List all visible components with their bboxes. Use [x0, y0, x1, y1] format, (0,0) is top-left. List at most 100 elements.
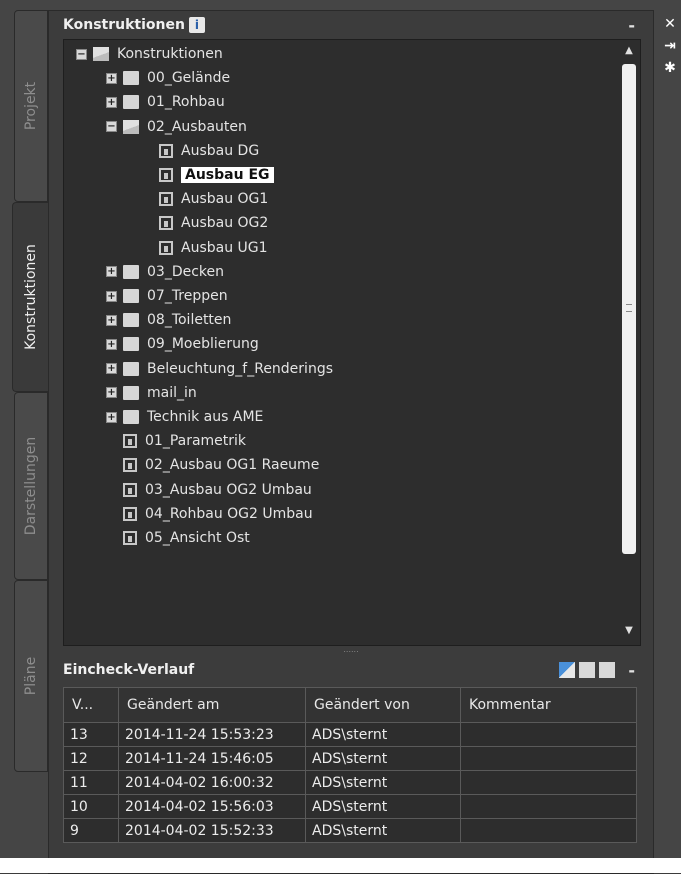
col-changed-at[interactable]: Geändert am — [118, 687, 306, 723]
tree-item[interactable]: 01_Parametrik — [106, 429, 246, 453]
folder-icon — [123, 95, 139, 110]
expand-icon[interactable]: + — [106, 96, 117, 108]
scroll-down-icon[interactable]: ▼ — [620, 622, 638, 640]
tree-item[interactable]: +00_Gelände — [106, 66, 230, 90]
tab-projekt[interactable]: Projekt — [14, 10, 48, 202]
tree-item[interactable]: + Beleuchtung_f_Renderings — [106, 357, 333, 381]
drawing-file-icon — [159, 168, 173, 182]
history-cell-by: ADS\sternt — [305, 770, 461, 795]
col-changed-by[interactable]: Geändert von — [305, 687, 461, 723]
history-header: Eincheck-Verlauf - — [63, 656, 639, 684]
close-icon[interactable]: ✕ — [660, 14, 680, 34]
tree-item[interactable]: +09_Moeblierung — [106, 332, 259, 356]
tree-item[interactable]: + Technik aus AME — [106, 405, 263, 429]
tree-item[interactable]: − 02_Ausbauten — [106, 115, 247, 139]
history-cell-comment — [460, 794, 637, 819]
tree-item-label: Ausbau OG1 — [181, 191, 269, 208]
detail-view-icon[interactable] — [599, 662, 615, 678]
history-row[interactable]: 13 2014-11-24 15:53:23 ADS\sternt — [63, 722, 637, 747]
tree-item[interactable]: 02_Ausbau OG1 Raeume — [106, 453, 319, 477]
tree-scrollbar[interactable]: ▲ ▼ — [620, 42, 638, 642]
properties-icon[interactable]: ✱ — [660, 58, 680, 78]
list-view-icon[interactable] — [579, 662, 595, 678]
folder-icon — [123, 361, 139, 376]
tree-item[interactable]: Ausbau OG1 — [142, 187, 268, 211]
tree-item-label: Ausbau UG1 — [181, 239, 268, 256]
history-cell-date: 2014-04-02 15:52:33 — [118, 818, 306, 843]
col-comment[interactable]: Kommentar — [460, 687, 637, 723]
tree-item[interactable]: +07_Treppen — [106, 284, 228, 308]
tree-item[interactable]: +08_Toiletten — [106, 308, 231, 332]
tree-item-label: 07_Treppen — [147, 288, 228, 304]
tree-item[interactable]: 05_Ansicht Ost — [106, 526, 250, 550]
tree-item-label: 00_Gelände — [147, 70, 231, 87]
folder-open-icon — [123, 119, 139, 134]
side-tab-bar: Projekt Konstruktionen Darstellungen Plä… — [10, 10, 49, 772]
expand-icon[interactable]: + — [106, 266, 117, 278]
drawing-file-icon — [123, 434, 137, 449]
compare-icon[interactable] — [559, 662, 575, 678]
tree-item[interactable]: − Konstruktionen — [76, 42, 223, 66]
collapse-icon[interactable]: − — [106, 121, 117, 133]
tab-darstellungen-label: Darstellungen — [23, 436, 40, 536]
tree-item[interactable]: +03_Decken — [106, 260, 224, 284]
history-row[interactable]: 9 2014-04-02 15:52:33 ADS\sternt — [63, 818, 637, 843]
expand-icon[interactable]: + — [106, 72, 117, 84]
collapse-icon[interactable]: − — [76, 48, 87, 60]
drawing-file-icon — [123, 482, 137, 497]
history-cell-date: 2014-11-24 15:46:05 — [118, 746, 306, 771]
scroll-thumb[interactable] — [622, 64, 636, 554]
tree-item[interactable]: +01_Rohbau — [106, 90, 225, 114]
tree-item-label: 04_Rohbau OG2 Umbau — [145, 505, 313, 522]
history-cell-date: 2014-04-02 16:00:32 — [118, 770, 306, 795]
auto-hide-icon[interactable]: ⇥ — [660, 36, 680, 56]
tree-item[interactable]: Ausbau OG2 — [142, 211, 268, 235]
expand-icon[interactable]: + — [106, 387, 117, 399]
history-row[interactable]: 10 2014-04-02 15:56:03 ADS\sternt — [63, 794, 637, 819]
tree-item[interactable]: Ausbau UG1 — [142, 236, 268, 260]
collapse-constructions-button[interactable]: - — [628, 16, 635, 35]
history-table: V... Geändert am Geändert von Kommentar … — [63, 687, 637, 843]
expand-icon[interactable]: + — [106, 290, 117, 302]
col-version[interactable]: V... — [63, 687, 119, 723]
collapse-history-button[interactable]: - — [628, 661, 635, 680]
history-cell-by: ADS\sternt — [305, 722, 461, 747]
history-cell-v: 12 — [63, 746, 119, 771]
history-cell-comment — [460, 722, 637, 747]
tab-plaene[interactable]: Pläne — [14, 580, 48, 772]
tree-item[interactable]: + mail_in — [106, 381, 197, 405]
tree-item-label: Ausbau DG — [181, 142, 260, 159]
tab-konstruktionen-label: Konstruktionen — [23, 244, 39, 350]
tab-konstruktionen[interactable]: Konstruktionen — [12, 202, 49, 392]
tab-plaene-label: Pläne — [23, 656, 39, 696]
tree-item[interactable]: Ausbau DG — [142, 139, 259, 163]
history-cell-comment — [460, 770, 637, 795]
history-row[interactable]: 11 2014-04-02 16:00:32 ADS\sternt — [63, 770, 637, 795]
expand-icon[interactable]: + — [106, 338, 117, 350]
tab-darstellungen[interactable]: Darstellungen — [14, 392, 48, 580]
tree-item[interactable]: 04_Rohbau OG2 Umbau — [106, 502, 313, 526]
tree-item-label: Beleuchtung_f_Renderings — [147, 360, 333, 377]
history-header-row: V... Geändert am Geändert von Kommentar — [63, 687, 637, 723]
expand-icon[interactable]: + — [106, 314, 117, 326]
tree-item-label: 03_Ausbau OG2 Umbau — [145, 481, 312, 498]
project-navigator-window: Projekt Konstruktionen Darstellungen Plä… — [0, 0, 681, 874]
expand-icon[interactable]: + — [106, 363, 117, 375]
tree-item[interactable]: Ausbau EG — [142, 163, 274, 187]
scroll-up-icon[interactable]: ▲ — [620, 42, 638, 60]
history-row[interactable]: 12 2014-11-24 15:46:05 ADS\sternt — [63, 746, 637, 771]
history-cell-comment — [460, 818, 637, 843]
history-cell-date: 2014-11-24 15:53:23 — [118, 722, 306, 747]
drawing-file-icon — [159, 240, 173, 255]
scroll-grip-icon — [626, 304, 632, 312]
tree-item[interactable]: 03_Ausbau OG2 Umbau — [106, 478, 312, 502]
tree-item-label: Technik aus AME — [147, 409, 264, 425]
tree-item-label: Ausbau OG2 — [181, 215, 269, 232]
expand-icon[interactable]: + — [106, 411, 117, 423]
constructions-tree: ▲ ▼ − Konstruktionen +00_Gelände +01_Rohbau… — [63, 39, 641, 646]
tree-item-label: 03_Decken — [147, 263, 224, 280]
drawing-file-icon — [159, 192, 173, 207]
folder-icon — [123, 337, 139, 352]
panel-splitter[interactable]: ...... — [63, 646, 639, 654]
info-icon[interactable]: i — [188, 17, 205, 33]
